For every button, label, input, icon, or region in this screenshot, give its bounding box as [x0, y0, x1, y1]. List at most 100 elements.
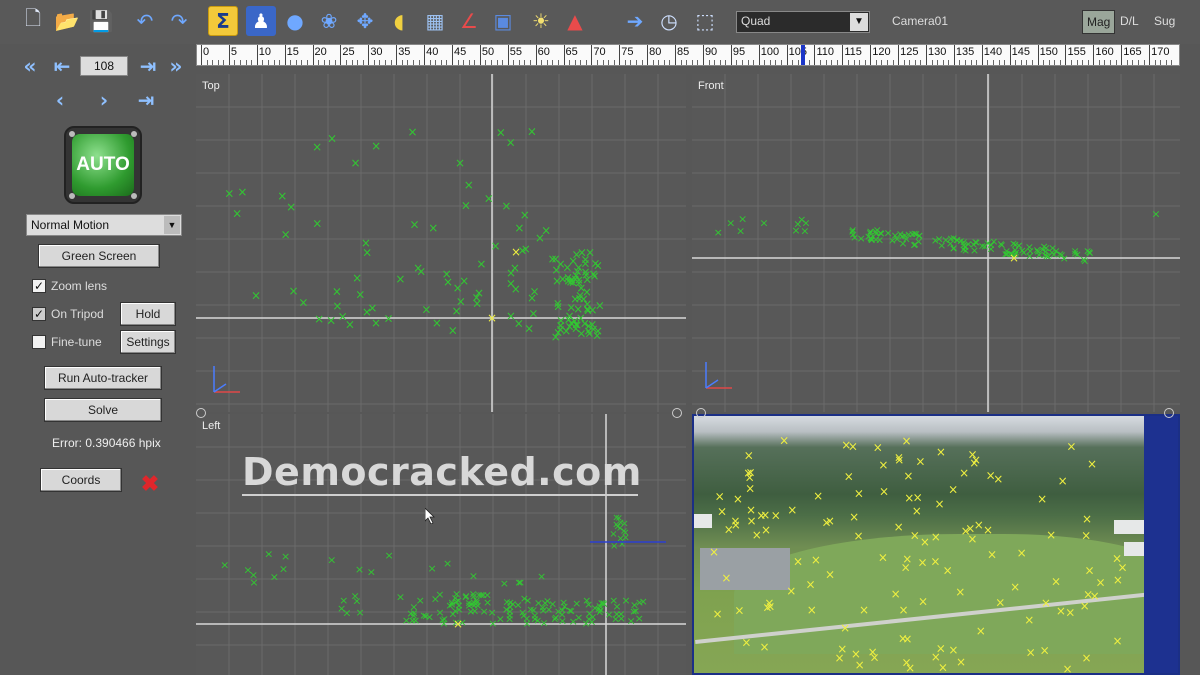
tracker-marker[interactable]: ×	[371, 139, 381, 153]
tracker-marker[interactable]: ×	[574, 273, 584, 287]
on-tripod-checkbox[interactable]: ✓	[32, 307, 46, 321]
tracker-marker[interactable]: ×	[956, 234, 965, 247]
tracker-marker[interactable]: ×	[345, 318, 355, 332]
tracker-marker[interactable]: ×	[1085, 564, 1095, 578]
tracker-marker[interactable]: ×	[461, 199, 471, 213]
tracker-marker[interactable]: ×	[931, 650, 941, 664]
tracker-marker[interactable]: ×	[878, 550, 888, 564]
forward-arrow-icon[interactable]: ➔	[620, 6, 650, 36]
tracker-marker[interactable]: ×	[361, 236, 371, 250]
calculator-icon[interactable]: ▦	[420, 6, 450, 36]
tracker-marker[interactable]: ×	[352, 271, 362, 285]
tracker-marker[interactable]: ×	[569, 615, 578, 628]
tracker-marker[interactable]: ×	[903, 469, 913, 483]
tracker-marker[interactable]: ×	[759, 640, 769, 654]
tracker-marker[interactable]: ×	[811, 553, 821, 567]
tracker-marker[interactable]: ×	[894, 453, 904, 467]
fine-tune-checkbox[interactable]	[32, 335, 46, 349]
tracker-marker[interactable]: ×	[1049, 248, 1058, 261]
tracker-marker[interactable]: ×	[717, 504, 727, 518]
tracker-marker[interactable]: ×	[1058, 474, 1068, 488]
tracker-marker[interactable]: ×	[1014, 239, 1023, 252]
tracker-marker[interactable]: ×	[1081, 529, 1091, 543]
tracker-marker[interactable]: ×	[594, 603, 603, 616]
selected-tracker[interactable]: ×	[511, 245, 521, 259]
chevron-down-icon[interactable]: ▼	[850, 13, 868, 31]
tracker-marker[interactable]: ×	[224, 186, 234, 200]
mirror-icon[interactable]: ◖	[384, 6, 414, 36]
tracker-marker[interactable]: ×	[585, 246, 595, 260]
camera-trackers-overlay[interactable]: ×××× ××××××××××××××××××××××××××××××××××××…	[694, 416, 1146, 675]
fit-view-icon[interactable]: ⬚	[690, 6, 720, 36]
zoom-clock-icon[interactable]: ◷	[654, 6, 684, 36]
lightbulb-icon[interactable]: ☀	[526, 6, 556, 36]
fast-forward-icon[interactable]: »	[164, 54, 188, 78]
camera-viewport[interactable]: × × × × × × × × × × × × × × × × × × × × × × × × × × × × × × × × × × × × × × × ×…	[692, 414, 1180, 675]
tracker-marker[interactable]: ×	[715, 489, 725, 503]
mag-button[interactable]: Mag	[1082, 10, 1116, 34]
tracker-marker[interactable]: ×	[462, 589, 471, 602]
tracker-marker[interactable]: ×	[286, 200, 296, 214]
tracker-marker[interactable]: ×	[867, 234, 876, 247]
tracker-marker[interactable]: ×	[744, 449, 754, 463]
tracker-marker[interactable]: ×	[384, 549, 393, 562]
tracker-marker[interactable]: ×	[779, 434, 789, 448]
tracker-marker[interactable]: ×	[786, 584, 796, 598]
front-viewport-canvas[interactable]: ×××××××× × ×× ×××× × ×××× ×× ××××××××××××××× ×××…	[692, 74, 1180, 412]
tracker-marker[interactable]: ×	[520, 208, 530, 222]
tracker-marker[interactable]: ×	[544, 603, 553, 616]
open-folder-icon[interactable]: 📂	[52, 6, 82, 36]
globe-icon[interactable]: ●	[280, 6, 310, 36]
tracker-marker[interactable]: ×	[752, 528, 762, 542]
tracker-marker[interactable]: ×	[879, 484, 889, 498]
tracker-marker[interactable]: ×	[561, 324, 571, 338]
viewport-corner-icon[interactable]	[1164, 408, 1174, 418]
tracker-marker[interactable]: ×	[384, 311, 394, 325]
viewport-corner-icon[interactable]	[696, 408, 706, 418]
cube-icon[interactable]: ▣	[488, 6, 518, 36]
tracker-marker[interactable]: ×	[854, 486, 864, 500]
tracker-marker[interactable]: ×	[849, 510, 859, 524]
solve-button[interactable]: Solve	[44, 398, 162, 422]
tracker-marker[interactable]: ×	[556, 257, 566, 271]
tracker-marker[interactable]: ×	[514, 317, 524, 331]
tracker-marker[interactable]: ×	[967, 532, 977, 546]
tracker-marker[interactable]: ×	[428, 562, 437, 575]
tracker-marker[interactable]: ×	[572, 318, 582, 332]
undo-icon[interactable]: ↶	[130, 6, 160, 36]
tracker-marker[interactable]: ×	[930, 554, 940, 568]
tracker-marker[interactable]: ×	[1010, 580, 1020, 594]
tracker-marker[interactable]: ×	[1083, 588, 1093, 602]
first-frame-icon[interactable]: ⇤	[50, 54, 74, 78]
move-icon[interactable]: ✥	[350, 6, 380, 36]
tracker-marker[interactable]: ×	[868, 645, 878, 659]
chevron-down-icon[interactable]: ▼	[164, 216, 180, 234]
coords-button[interactable]: Coords	[40, 468, 122, 492]
tracker-marker[interactable]: ×	[1062, 662, 1072, 675]
tracker-marker[interactable]: ×	[902, 552, 912, 566]
tracker-marker[interactable]: ×	[721, 571, 731, 585]
tracker-marker[interactable]: ×	[618, 539, 626, 550]
tracker-marker[interactable]: ×	[396, 590, 405, 603]
tracker-marker[interactable]: ×	[298, 296, 308, 310]
tracker-marker[interactable]: ×	[355, 606, 364, 619]
tracker-marker[interactable]: ×	[443, 557, 452, 570]
tracker-marker[interactable]: ×	[771, 509, 781, 523]
current-frame-cursor[interactable]	[801, 45, 806, 65]
selected-tracker[interactable]: ×	[453, 617, 463, 631]
tracker-marker[interactable]: ×	[220, 559, 229, 572]
tracker-marker[interactable]: ×	[442, 267, 452, 281]
tracker-marker[interactable]: ×	[410, 217, 420, 231]
tracker-marker[interactable]: ×	[435, 606, 444, 619]
paw-icon[interactable]: ❀	[314, 6, 344, 36]
tracker-marker[interactable]: ×	[764, 596, 774, 610]
tracker-marker[interactable]: ×	[854, 529, 864, 543]
tracker-marker[interactable]: ×	[1113, 573, 1123, 587]
tracker-marker[interactable]: ×	[736, 225, 745, 238]
tracker-marker[interactable]: ×	[1026, 646, 1036, 660]
step-back-icon[interactable]: ‹	[48, 88, 72, 112]
tracker-marker[interactable]: ×	[314, 312, 324, 326]
tracker-marker[interactable]: ×	[514, 221, 524, 235]
tracker-marker[interactable]: ×	[713, 607, 723, 621]
delete-x-icon[interactable]: ✖	[138, 472, 162, 496]
